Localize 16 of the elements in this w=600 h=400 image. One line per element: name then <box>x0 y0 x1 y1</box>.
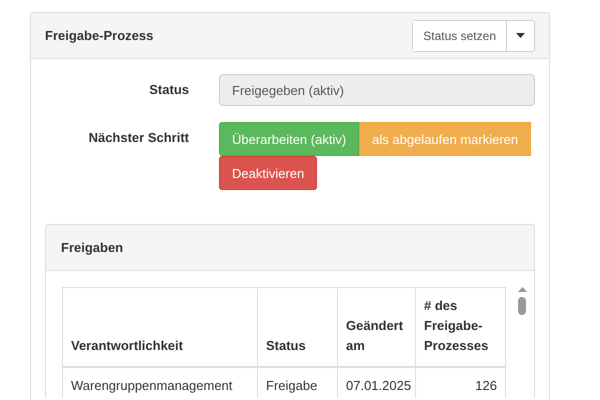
deactivate-button[interactable]: Deaktivieren <box>219 156 318 190</box>
field-label: Nächster Schritt <box>88 129 189 145</box>
field-label: Status <box>148 81 189 97</box>
table-cell: Warengruppenmanagement <box>62 367 258 398</box>
scroll-up-icon[interactable] <box>518 287 526 292</box>
column-header: Status <box>258 288 338 367</box>
scroll-thumb[interactable] <box>518 297 526 315</box>
panel-title: Freigaben <box>61 240 124 255</box>
split-button[interactable]: Status setzen <box>412 20 535 52</box>
column-header: # des Freigabe-Prozesses <box>416 288 506 367</box>
panel-title: Freigabe-Prozess <box>45 28 154 43</box>
caret-icon <box>516 33 525 38</box>
column-header: Verantwortlichkeit <box>62 288 258 367</box>
status-field: Freigegeben (aktiv) <box>219 74 535 106</box>
column-header: Geändert am <box>338 288 416 367</box>
revise-button[interactable]: Überarbeiten (aktiv) <box>219 122 360 156</box>
